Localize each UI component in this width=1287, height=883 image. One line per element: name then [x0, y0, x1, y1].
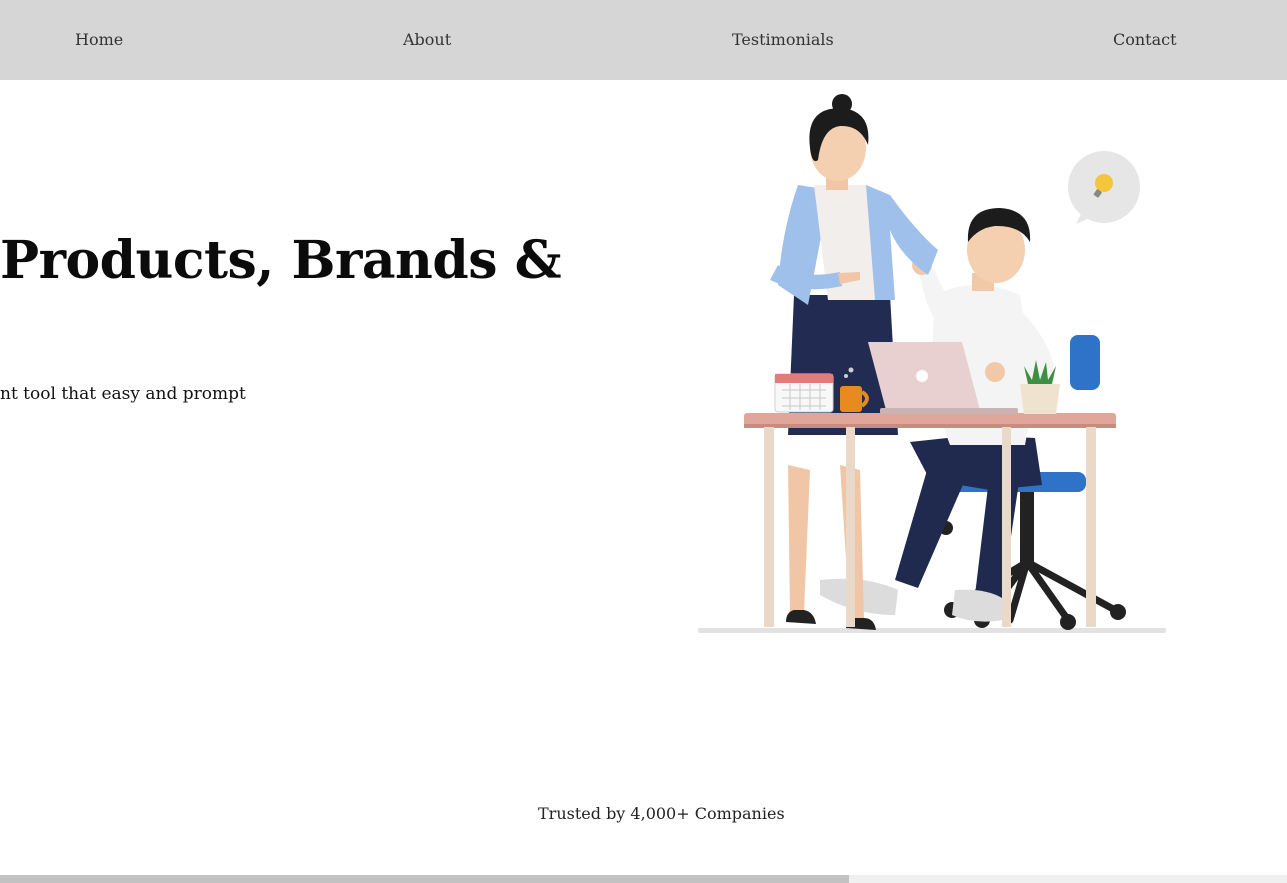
nav-link-home[interactable]: Home: [75, 30, 123, 49]
floor-shadow: [698, 628, 1166, 633]
lightbulb-bubble-icon: [1068, 151, 1140, 224]
desk-calendar-icon: [774, 373, 834, 413]
nav-link-contact[interactable]: Contact: [1113, 30, 1177, 49]
top-navigation: Home About Testimonials Contact: [0, 0, 1287, 80]
nav-link-about[interactable]: About: [403, 30, 451, 49]
trusted-by-text: Trusted by 4,000+ Companies: [538, 804, 785, 823]
scrollbar-thumb[interactable]: [0, 875, 849, 883]
hero-title: Products, Brands &: [0, 230, 562, 291]
hero-subtitle: nt tool that easy and prompt: [0, 384, 246, 404]
nav-link-testimonials[interactable]: Testimonials: [732, 30, 834, 49]
horizontal-scrollbar[interactable]: [0, 875, 1287, 883]
office-workers-illustration: [698, 94, 1166, 633]
